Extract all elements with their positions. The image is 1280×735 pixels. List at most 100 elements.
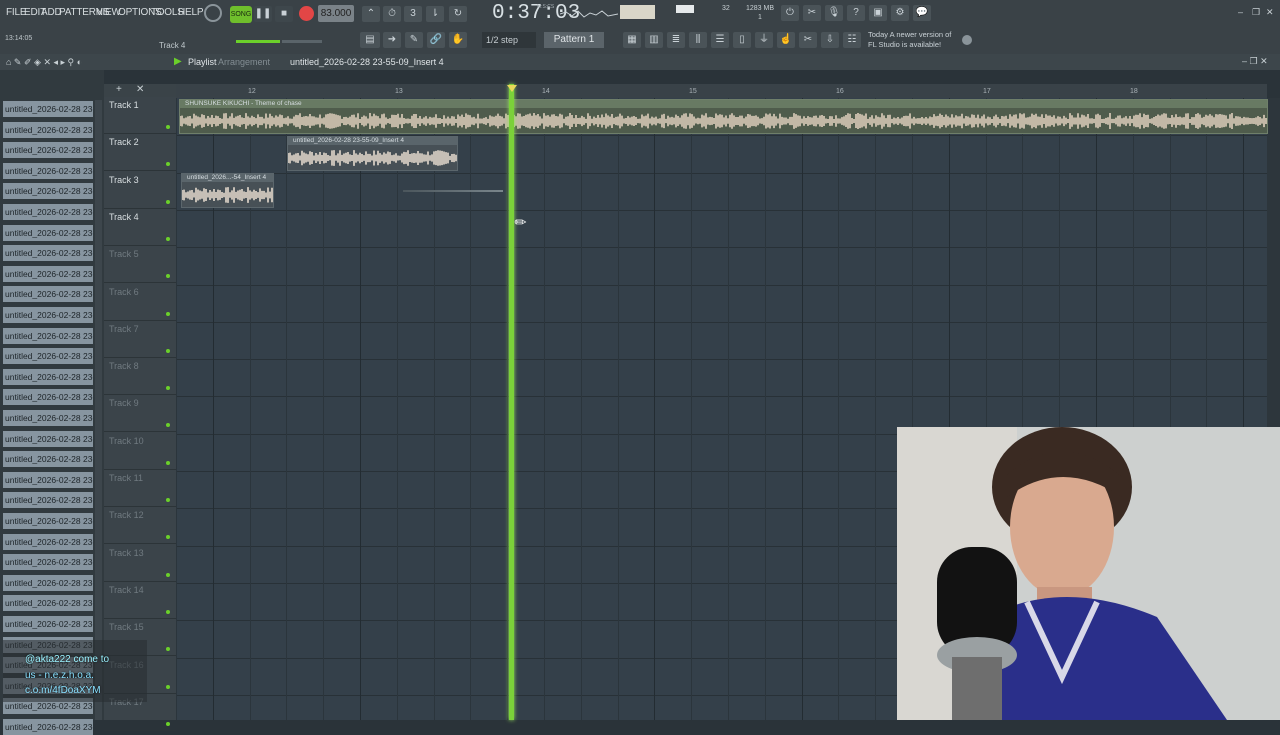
- track-header[interactable]: Track 4: [104, 209, 176, 246]
- pause-button[interactable]: ❚❚: [254, 6, 272, 22]
- track-header[interactable]: Track 11: [104, 470, 176, 507]
- link-icon[interactable]: 🔗: [427, 32, 445, 48]
- playlist-pattern-name[interactable]: untitled_2026-02-28 23-55-09_Insert 4: [290, 57, 444, 67]
- browser-item[interactable]: untitled_2026-02-28 23-...: [3, 121, 93, 138]
- track-led[interactable]: [166, 647, 170, 652]
- browser-item[interactable]: untitled_2026-02-28 23-...: [3, 286, 93, 303]
- tempo-display[interactable]: 83.000: [318, 5, 354, 22]
- piano-icon[interactable]: ⫼: [689, 32, 707, 48]
- close-icon[interactable]: ✕: [1266, 7, 1274, 18]
- update-notice[interactable]: Today A newer version of FL Studio is av…: [868, 30, 951, 50]
- project-icon[interactable]: ▯: [733, 32, 751, 48]
- audio-clip-theme-of-chase[interactable]: SHUNSUKE KIKUCHI - Theme of chase: [179, 99, 1268, 134]
- cut-icon[interactable]: ✂: [803, 5, 821, 21]
- track-header[interactable]: Track 14: [104, 582, 176, 619]
- stop-button[interactable]: ■: [275, 6, 293, 22]
- track-led[interactable]: [166, 274, 170, 279]
- globe-icon[interactable]: [962, 35, 972, 45]
- track-led[interactable]: [166, 535, 170, 540]
- add-track-icon[interactable]: +: [116, 84, 122, 95]
- browser-item[interactable]: untitled_2026-02-28 23-...: [3, 101, 93, 117]
- track-header[interactable]: Track 3: [104, 172, 176, 209]
- track-led[interactable]: [166, 386, 170, 391]
- track-header[interactable]: Track 6: [104, 284, 176, 321]
- track-header[interactable]: Track 10: [104, 433, 176, 470]
- chat-icon[interactable]: 💬: [913, 5, 931, 21]
- browser-item[interactable]: untitled_2026-02-28 23-...: [3, 348, 93, 365]
- master-volume-slider[interactable]: [236, 40, 280, 43]
- restore-icon[interactable]: ❐: [1252, 7, 1260, 18]
- audio-clip-insert-4[interactable]: untitled_2026-02-28 23-55-09_Insert 4: [287, 136, 458, 171]
- track-led[interactable]: [166, 236, 170, 241]
- browser-item[interactable]: untitled_2026-02-28 23-...: [3, 307, 93, 323]
- audio-clip-insert-4-short[interactable]: untitled_2026...-54_Insert 4: [181, 173, 274, 208]
- browser-item[interactable]: untitled_2026-02-28 23-...: [3, 430, 93, 447]
- track-header[interactable]: Track 8: [104, 358, 176, 396]
- browser-item[interactable]: untitled_2026-02-28 23-...: [3, 595, 93, 612]
- browser-item[interactable]: untitled_2026-02-28 23-...: [3, 492, 93, 509]
- record-button[interactable]: [299, 6, 314, 21]
- power-icon[interactable]: ⏻: [781, 5, 799, 21]
- playlist-icon[interactable]: ▦: [623, 32, 641, 48]
- track-led[interactable]: [166, 423, 170, 428]
- touch-icon[interactable]: ☝: [777, 32, 795, 48]
- track-header[interactable]: Track 2: [104, 134, 176, 172]
- browser-item[interactable]: untitled_2026-02-28 23-...: [3, 245, 93, 262]
- browser-item[interactable]: untitled_2026-02-28 23-...: [3, 265, 93, 282]
- track-header[interactable]: Track 13: [104, 545, 176, 582]
- track-header[interactable]: Track 12: [104, 507, 176, 545]
- browser-item[interactable]: untitled_2026-02-28 23-...: [3, 533, 93, 550]
- track-led[interactable]: [166, 498, 170, 502]
- browser-item[interactable]: untitled_2026-02-28 23-...: [3, 451, 93, 468]
- plugin-icon[interactable]: ⚙: [891, 5, 909, 21]
- close-track-icon[interactable]: ✕: [136, 84, 144, 95]
- track-led[interactable]: [166, 199, 170, 204]
- playhead-marker[interactable]: [507, 85, 517, 92]
- loop-record-icon[interactable]: ↻: [449, 6, 467, 22]
- wait-input-icon[interactable]: ⏱: [383, 6, 401, 22]
- playhead[interactable]: [509, 84, 514, 720]
- plug-icon[interactable]: ⏚: [755, 32, 773, 48]
- track-led[interactable]: [166, 460, 170, 465]
- scissors-icon[interactable]: ✂: [799, 32, 817, 48]
- track-header[interactable]: Track 5: [104, 246, 176, 284]
- mixer-icon[interactable]: ≣: [667, 32, 685, 48]
- browser-item[interactable]: untitled_2026-02-28 23-...: [3, 574, 93, 591]
- track-led[interactable]: [166, 348, 170, 353]
- browser-item[interactable]: untitled_2026-02-28 23-...: [3, 224, 93, 241]
- browser-item[interactable]: untitled_2026-02-28 23-...: [3, 204, 93, 220]
- browser-toolbar-icons[interactable]: ⌂ ✎ ✐ ◈ ✕ ◂ ▸ ⚲ ◐: [6, 57, 82, 68]
- save-icon[interactable]: ▣: [869, 5, 887, 21]
- playlist-window-controls[interactable]: – ❐ ✕: [1242, 56, 1268, 67]
- track-led[interactable]: [166, 721, 170, 726]
- arrow-right-icon[interactable]: ➜: [383, 32, 401, 48]
- brush-icon[interactable]: ✎: [405, 32, 423, 48]
- browser-item[interactable]: untitled_2026-02-28 23-...: [3, 142, 93, 159]
- browser-item[interactable]: untitled_2026-02-28 23-...: [3, 554, 93, 571]
- track-header[interactable]: Track 9: [104, 395, 176, 433]
- track-led[interactable]: [166, 311, 170, 316]
- master-pitch-knob[interactable]: [204, 4, 222, 22]
- browser-item[interactable]: untitled_2026-02-28 23-...: [3, 162, 93, 179]
- track-header[interactable]: Track 1: [104, 97, 176, 134]
- help-icon[interactable]: ?: [847, 5, 865, 21]
- piano-roll-icon[interactable]: ▤: [360, 32, 380, 48]
- browser-item[interactable]: untitled_2026-02-28 23-...: [3, 616, 93, 632]
- master-pitch-slider[interactable]: [282, 40, 322, 43]
- channel-rack-icon[interactable]: ▥: [645, 32, 663, 48]
- metronome-icon[interactable]: ⌃: [362, 6, 380, 22]
- download-icon[interactable]: ⇩: [821, 32, 839, 48]
- track-led[interactable]: [166, 609, 170, 614]
- snap-selector[interactable]: 1/2 step: [482, 32, 536, 48]
- timeline-ruler[interactable]: 12 13 14 15 16 17 18: [176, 84, 1267, 98]
- track-led[interactable]: [166, 684, 170, 689]
- step-edit-icon[interactable]: ⇂: [426, 6, 444, 22]
- track-led[interactable]: [166, 162, 170, 167]
- browser-item[interactable]: untitled_2026-02-28 23-...: [3, 327, 93, 344]
- browser-item[interactable]: untitled_2026-02-28 23-...: [3, 183, 93, 200]
- song-mode-button[interactable]: SONG: [230, 6, 252, 23]
- list-icon[interactable]: ☷: [843, 32, 861, 48]
- browser-item[interactable]: untitled_2026-02-28 23-...: [3, 719, 93, 735]
- microphone-icon[interactable]: 🎙: [825, 5, 843, 21]
- menu-help[interactable]: HELP: [178, 7, 204, 18]
